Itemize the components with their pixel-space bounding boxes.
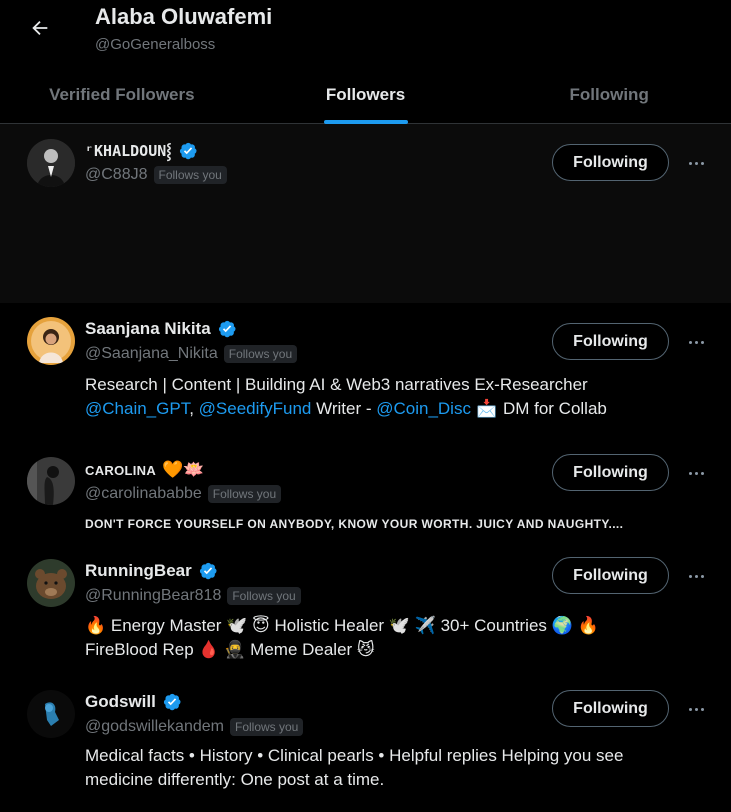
profile-handle: @GoGeneralboss bbox=[95, 36, 216, 53]
list-item[interactable]: RunningBear @RunningBear818 Follows you … bbox=[0, 539, 731, 674]
tab-verified-followers[interactable]: Verified Followers bbox=[0, 66, 244, 124]
user-handle-line: @carolinababbe Follows you bbox=[85, 485, 282, 503]
user-name[interactable]: CAROLINA bbox=[85, 463, 156, 478]
follows-you-badge: Follows you bbox=[207, 485, 282, 503]
list-item[interactable]: CAROLINA 🧡🪷 @carolinababbe Follows you F… bbox=[0, 436, 731, 539]
tab-followers[interactable]: Followers bbox=[244, 66, 488, 124]
user-bio: Medical facts • History • Clinical pearl… bbox=[85, 744, 685, 792]
tab-label: Followers bbox=[325, 85, 406, 104]
more-dots-icon bbox=[688, 161, 704, 165]
following-button[interactable]: Following bbox=[552, 454, 669, 491]
user-handle: @carolinababbe bbox=[85, 485, 202, 502]
more-options-button[interactable] bbox=[683, 566, 709, 586]
user-name[interactable]: Saanjana Nikita bbox=[85, 319, 211, 339]
bio-line: Medical facts • History • Clinical pearl… bbox=[85, 746, 624, 765]
bio-line: Research | Content | Building AI & Web3 … bbox=[85, 375, 588, 394]
tab-bar: Verified Followers Followers Following bbox=[0, 66, 731, 124]
verified-badge-icon bbox=[179, 142, 197, 160]
user-name[interactable]: ʳKHALDOUN⸾ bbox=[85, 141, 172, 161]
arrow-left-icon bbox=[32, 20, 48, 36]
follows-you-badge: Follows you bbox=[227, 587, 301, 605]
verified-badge-icon bbox=[218, 320, 236, 338]
mention-link[interactable]: @Chain_GPT bbox=[85, 399, 189, 418]
avatar[interactable] bbox=[27, 559, 75, 607]
user-name[interactable]: Godswill bbox=[85, 692, 156, 712]
envelope-icon: 📩 bbox=[470, 399, 503, 419]
user-name-line[interactable]: ʳKHALDOUN⸾ bbox=[85, 141, 198, 161]
tab-following[interactable]: Following bbox=[487, 66, 731, 124]
user-name-line[interactable]: Saanjana Nikita bbox=[85, 319, 237, 339]
bio-text: DM for Collab bbox=[502, 399, 607, 418]
more-dots-icon bbox=[688, 707, 704, 711]
list-item[interactable]: Saanjana Nikita @Saanjana_Nikita Follows… bbox=[0, 303, 731, 436]
followers-list: ʳKHALDOUN⸾ @C88J8 Follows you Following … bbox=[0, 124, 731, 810]
user-handle: @Saanjana_Nikita bbox=[85, 345, 218, 362]
tab-label: Verified Followers bbox=[49, 85, 195, 104]
user-name-line[interactable]: Godswill bbox=[85, 692, 182, 712]
more-options-button[interactable] bbox=[683, 463, 709, 483]
following-button[interactable]: Following bbox=[552, 323, 669, 360]
mention-link[interactable]: @SeedifyFund bbox=[199, 399, 312, 418]
bio-text: Writer - bbox=[311, 399, 377, 418]
bio-line: @Chain_GPT, @SeedifyFund Writer - @Coin_… bbox=[85, 397, 685, 421]
user-handle-line: @Saanjana_Nikita Follows you bbox=[85, 345, 298, 363]
more-options-button[interactable] bbox=[683, 332, 709, 352]
list-item[interactable]: ʳKHALDOUN⸾ @C88J8 Follows you Following bbox=[0, 124, 731, 303]
avatar[interactable] bbox=[27, 139, 75, 187]
avatar[interactable] bbox=[27, 317, 75, 365]
verified-badge-icon bbox=[163, 693, 181, 711]
follows-you-badge: Follows you bbox=[229, 718, 304, 736]
user-name-line[interactable]: RunningBear bbox=[85, 561, 218, 581]
mention-link[interactable]: @Coin_Disc bbox=[376, 399, 471, 418]
profile-name: Alaba Oluwafemi bbox=[95, 4, 273, 29]
back-button[interactable] bbox=[24, 12, 56, 44]
user-name[interactable]: RunningBear bbox=[85, 561, 192, 581]
user-handle-line: @RunningBear818 Follows you bbox=[85, 587, 301, 605]
bio-line: 🔥 Energy Master 🕊️ 😇 Holistic Healer 🕊️ … bbox=[85, 616, 599, 635]
user-bio: 🔥 Energy Master 🕊️ 😇 Holistic Healer 🕊️ … bbox=[85, 614, 685, 662]
following-button[interactable]: Following bbox=[552, 557, 669, 594]
bio-line: medicine differently: One post at a time… bbox=[85, 770, 385, 789]
verified-badge-icon bbox=[199, 562, 217, 580]
more-dots-icon bbox=[688, 471, 704, 475]
more-dots-icon bbox=[688, 340, 704, 344]
user-handle-line: @C88J8 Follows you bbox=[85, 166, 227, 184]
user-handle: @RunningBear818 bbox=[85, 587, 222, 604]
avatar[interactable] bbox=[27, 457, 75, 505]
more-options-button[interactable] bbox=[683, 153, 709, 173]
bio-line: FireBlood Rep 🩸 🥷 Meme Dealer 😼 bbox=[85, 640, 375, 659]
user-handle: @C88J8 bbox=[85, 166, 148, 183]
user-bio: DON'T FORCE YOURSELF ON ANYBODY, KNOW YO… bbox=[85, 517, 624, 531]
more-options-button[interactable] bbox=[683, 699, 709, 719]
user-name-line[interactable]: CAROLINA 🧡🪷 bbox=[85, 460, 204, 480]
list-item[interactable]: Godswill @godswillekandem Follows you Fo… bbox=[0, 674, 731, 810]
more-dots-icon bbox=[688, 574, 704, 578]
following-button[interactable]: Following bbox=[552, 690, 669, 727]
user-handle: @godswillekandem bbox=[85, 718, 224, 735]
avatar[interactable] bbox=[27, 690, 75, 738]
bio-text: , bbox=[189, 399, 199, 418]
user-bio: Research | Content | Building AI & Web3 … bbox=[85, 373, 685, 421]
following-button[interactable]: Following bbox=[552, 144, 669, 181]
profile-header: Alaba Oluwafemi @GoGeneralboss Verified … bbox=[0, 0, 731, 124]
user-handle-line: @godswillekandem Follows you bbox=[85, 718, 304, 736]
follows-you-badge: Follows you bbox=[223, 345, 298, 363]
follows-you-badge: Follows you bbox=[153, 166, 227, 184]
tab-label: Following bbox=[569, 85, 649, 104]
heart-lotus-icon: 🧡🪷 bbox=[162, 460, 205, 480]
